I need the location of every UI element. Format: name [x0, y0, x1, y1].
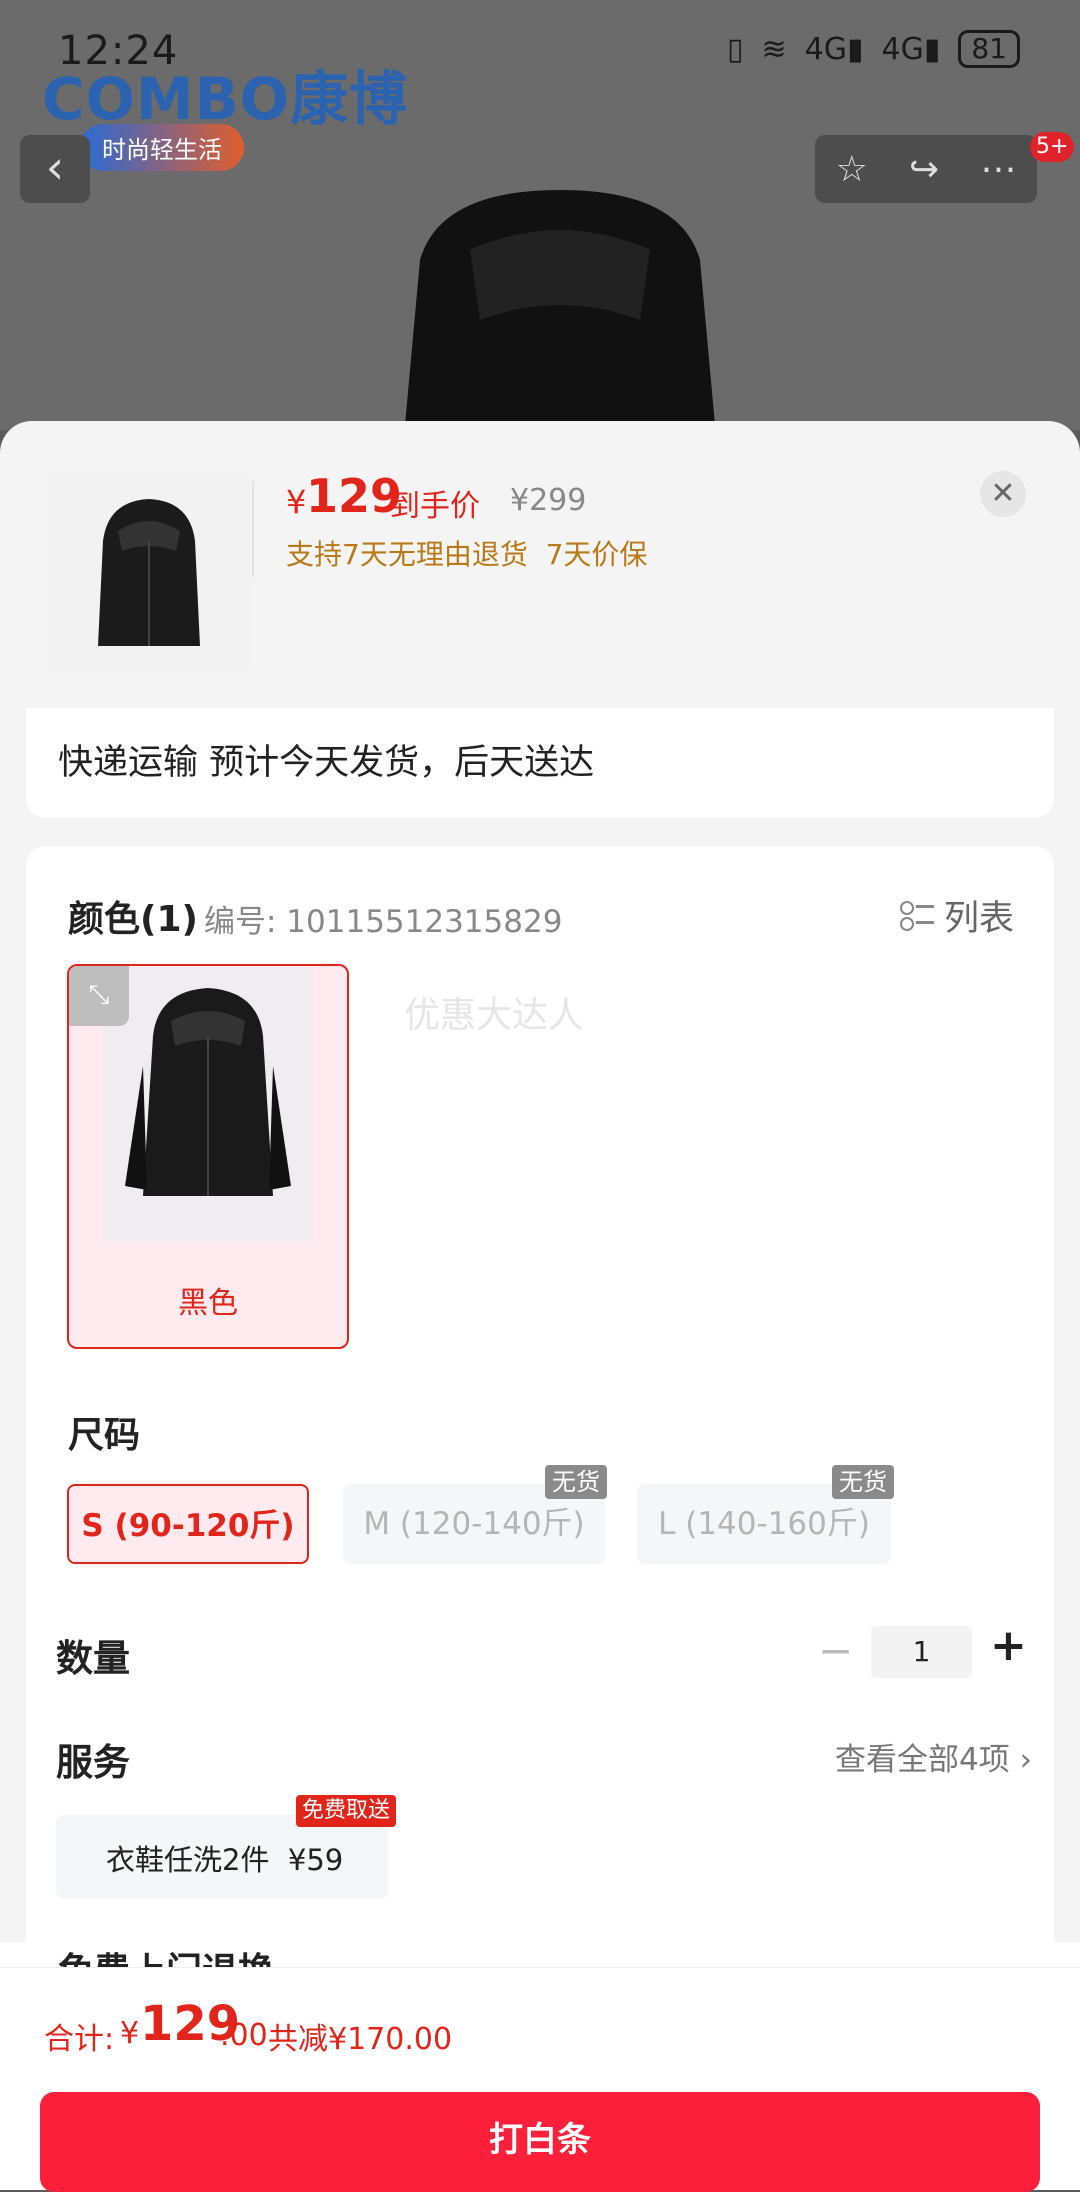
list-toggle-label: 列表 [943, 899, 1014, 939]
buy-button[interactable]: 打白条 [40, 2092, 1040, 2192]
size-option-s[interactable]: S (90-120斤) [67, 1484, 309, 1564]
wifi-icon: ≋ [761, 31, 787, 67]
price-label: 到手价 [390, 489, 480, 524]
close-icon[interactable]: ✕ [980, 471, 1026, 517]
total-discount: 共减¥170.00 [268, 2022, 453, 2057]
bottom-bar: 合计: ¥ 129 .00 共减¥170.00 打白条 [0, 1967, 1080, 2192]
sku-sheet: ¥ 129 到手价 ¥299 支持7天无理由退货 7天价保 ✕ 快递运输 预计今… [0, 421, 1080, 2189]
more-icon[interactable]: ⋯ [980, 149, 1016, 190]
quantity-decrease-button[interactable]: − [818, 1626, 853, 1675]
total-decimal: .00 [220, 2018, 268, 2053]
watermark-text: 优惠大达人 [404, 995, 585, 1036]
color-code: 编号: 10115512315829 [204, 904, 563, 940]
back-button[interactable]: ‹ [20, 135, 90, 203]
soldout-badge: 无货 [545, 1465, 607, 1499]
color-option-black[interactable]: ⤡ 黑色 [67, 964, 349, 1349]
vibrate-icon: ▯ [727, 31, 744, 67]
share-icon[interactable]: ↪ [909, 149, 939, 190]
partial-row: 免费上门退换 [0, 1942, 1080, 1967]
service-option[interactable]: 衣鞋任洗2件 ¥59 [56, 1815, 388, 1899]
quantity-input[interactable]: 1 [871, 1626, 972, 1678]
quantity-title: 数量 [56, 1637, 130, 1680]
shipping-text: 快递运输 预计今天发货，后天送达 [58, 743, 595, 783]
brand-logo: COMBO康博 [42, 65, 409, 133]
size-title: 尺码 [68, 1415, 141, 1456]
list-view-toggle[interactable]: 列表 [899, 890, 1014, 941]
service-view-all[interactable]: 查看全部4项 › [835, 1734, 1032, 1779]
jacket-thumbnail-image [48, 471, 250, 671]
color-option-image [103, 966, 313, 1242]
brand-tagline: 时尚轻生活 [80, 124, 244, 171]
battery-icon: 81 [958, 30, 1020, 68]
shipping-card: 快递运输 预计今天发货，后天送达 [26, 708, 1054, 818]
color-title: 颜色(1) [68, 899, 198, 940]
divider [252, 481, 254, 577]
service-badge: 免费取送 [296, 1795, 397, 1827]
product-thumbnail[interactable] [48, 471, 250, 671]
expand-icon[interactable]: ⤡ [69, 966, 129, 1026]
quantity-increase-button[interactable]: + [990, 1620, 1027, 1671]
status-icons: ▯ ≋ 4G▮ 4G▮ 81 [727, 30, 1020, 68]
chevron-right-icon: › [1019, 1742, 1032, 1778]
total-symbol: ¥ [120, 2016, 140, 2051]
service-option-label: 衣鞋任洗2件 ¥59 [106, 1843, 344, 1877]
original-price: ¥299 [510, 483, 587, 518]
total-label: 合计: [44, 2022, 115, 2057]
signal-icon-2: 4G▮ [881, 31, 941, 67]
color-option-frame: ⤡ 黑色 [67, 964, 349, 1349]
list-icon [899, 900, 934, 931]
top-actions: ☆ ↪ ⋯ [815, 135, 1037, 203]
price-symbol: ¥ [286, 483, 307, 521]
notification-badge: 5+ [1030, 132, 1075, 162]
guarantee-text: 支持7天无理由退货 7天价保 [286, 538, 648, 571]
jacket-image-background [404, 190, 716, 430]
color-option-label: 黑色 [178, 1286, 238, 1321]
price: 129 [306, 469, 403, 523]
soldout-badge: 无货 [832, 1465, 894, 1499]
star-icon[interactable]: ☆ [836, 149, 868, 190]
partial-row-text: 免费上门退换 [58, 1942, 274, 1967]
signal-icon: 4G▮ [804, 31, 864, 67]
service-title: 服务 [56, 1741, 130, 1784]
service-view-all-label: 查看全部4项 [835, 1742, 1010, 1778]
